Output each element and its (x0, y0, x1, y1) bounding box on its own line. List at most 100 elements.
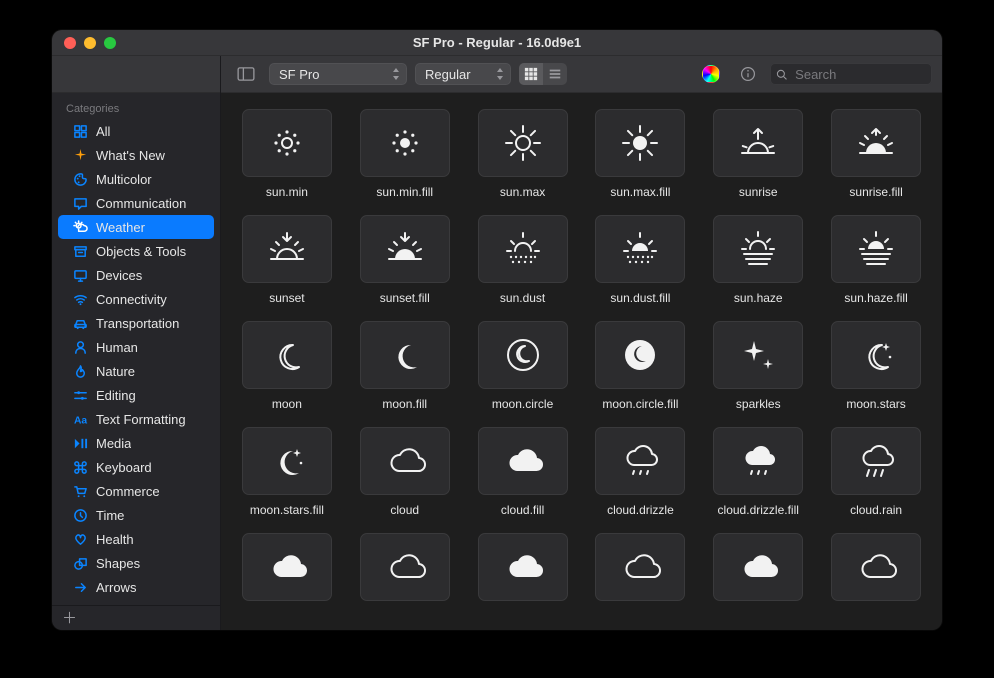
sun-cloud-icon (72, 219, 88, 235)
view-mode-segment[interactable] (519, 63, 567, 85)
sidebar-item-human[interactable]: Human (58, 335, 214, 359)
sidebar-item-devices[interactable]: Devices (58, 263, 214, 287)
sidebar-item-connectivity[interactable]: Connectivity (58, 287, 214, 311)
symbol-cell[interactable] (589, 533, 693, 601)
symbol-cell[interactable] (353, 533, 457, 601)
sidebar-item-label: Nature (96, 364, 135, 379)
symbol-cell[interactable]: moon (235, 321, 339, 411)
grid-view-button[interactable] (519, 63, 543, 85)
sidebar-item-transportation[interactable]: Transportation (58, 311, 214, 335)
symbol-cell[interactable]: cloud.drizzle (589, 427, 693, 517)
symbol-cell[interactable]: sunrise.fill (824, 109, 928, 199)
symbol-cell[interactable] (235, 533, 339, 601)
symbol-cell[interactable] (824, 533, 928, 601)
sidebar-item-commerce[interactable]: Commerce (58, 479, 214, 503)
sidebar-item-communication[interactable]: Communication (58, 191, 214, 215)
symbol-cell[interactable]: sun.haze.fill (824, 215, 928, 305)
sidebar-content: Categories AllWhat's NewMulticolorCommun… (52, 93, 220, 605)
symbol-cell[interactable]: sunset (235, 215, 339, 305)
moon-circle-fill-icon (595, 321, 685, 389)
sidebar-item-text-formatting[interactable]: AaText Formatting (58, 407, 214, 431)
sidebar-item-keyboard[interactable]: Keyboard (58, 455, 214, 479)
zoom-window-button[interactable] (104, 37, 116, 49)
palette-icon (72, 171, 88, 187)
symbol-cell[interactable]: sun.min.fill (353, 109, 457, 199)
traffic-lights (64, 37, 116, 49)
font-family-popup[interactable]: SF Pro (269, 63, 407, 85)
sidebar-item-what-s-new[interactable]: What's New (58, 143, 214, 167)
symbol-cell[interactable]: moon.stars (824, 321, 928, 411)
sidebar-item-label: What's New (96, 148, 165, 163)
symbol-cell[interactable]: sun.dust (471, 215, 575, 305)
cloud-fill-icon (478, 427, 568, 495)
sidebar-item-label: Human (96, 340, 138, 355)
sidebar-item-multicolor[interactable]: Multicolor (58, 167, 214, 191)
moon-icon (242, 321, 332, 389)
symbol-cell[interactable]: cloud.drizzle.fill (706, 427, 810, 517)
symbol-cell[interactable]: cloud.rain (824, 427, 928, 517)
sidebar-item-label: Media (96, 436, 131, 451)
symbol-label: sunset.fill (380, 291, 430, 305)
symbol-label: cloud.rain (850, 503, 902, 517)
symbol-cell[interactable]: sunrise (706, 109, 810, 199)
moon-stars-fill-icon (242, 427, 332, 495)
search-input[interactable] (793, 66, 926, 83)
cloud-rain-icon (831, 427, 921, 495)
symbol-grid-scroll[interactable]: sun.minsun.min.fillsun.maxsun.max.fillsu… (221, 93, 942, 630)
sidebar-item-time[interactable]: Time (58, 503, 214, 527)
sidebar-item-label: Objects & Tools (96, 244, 186, 259)
sidebar-item-shapes[interactable]: Shapes (58, 551, 214, 575)
sidebar-item-arrows[interactable]: Arrows (58, 575, 214, 599)
sidebar-item-objects-tools[interactable]: Objects & Tools (58, 239, 214, 263)
cloud-icon (360, 427, 450, 495)
titlebar: SF Pro - Regular - 16.0d9e1 (52, 30, 942, 56)
symbol-label: sun.max (500, 185, 545, 199)
sidebar-item-media[interactable]: Media (58, 431, 214, 455)
sidebar-item-weather[interactable]: Weather (58, 215, 214, 239)
symbol-cell[interactable]: cloud (353, 427, 457, 517)
symbol-cell[interactable]: moon.stars.fill (235, 427, 339, 517)
minimize-window-button[interactable] (84, 37, 96, 49)
sunrise-icon (713, 109, 803, 177)
search-field[interactable] (770, 63, 932, 85)
symbol-label: sunrise (739, 185, 778, 199)
cloud-drizzle-fill-icon (713, 427, 803, 495)
font-weight-popup[interactable]: Regular (415, 63, 511, 85)
car-icon (72, 315, 88, 331)
moon-stars-icon (831, 321, 921, 389)
symbol-cell[interactable]: sun.haze (706, 215, 810, 305)
symbol-cell[interactable]: sun.min (235, 109, 339, 199)
info-button[interactable] (734, 63, 762, 85)
sidebar-item-label: Transportation (96, 316, 179, 331)
symbol-cell[interactable] (706, 533, 810, 601)
sidebar-toolbar (52, 56, 220, 93)
flame-icon (72, 363, 88, 379)
symbol-cell[interactable] (471, 533, 575, 601)
heart-icon (72, 531, 88, 547)
symbol-cell[interactable]: sunset.fill (353, 215, 457, 305)
close-window-button[interactable] (64, 37, 76, 49)
symbol-cell[interactable]: sun.max.fill (589, 109, 693, 199)
sidebar-item-all[interactable]: All (58, 119, 214, 143)
color-picker-button[interactable] (696, 63, 726, 85)
sidebar-item-label: Devices (96, 268, 142, 283)
toggle-sidebar-button[interactable] (231, 63, 261, 85)
toolbar: SF Pro Regular (221, 56, 942, 93)
sidebar-item-health[interactable]: Health (58, 527, 214, 551)
sunset-fill-icon (360, 215, 450, 283)
symbol-cell[interactable]: moon.circle (471, 321, 575, 411)
symbol-label: moon.stars (846, 397, 905, 411)
symbol-cell[interactable]: moon.circle.fill (589, 321, 693, 411)
symbol-cell[interactable]: sparkles (706, 321, 810, 411)
list-view-button[interactable] (543, 63, 567, 85)
add-icon[interactable]: ＋ (62, 611, 77, 626)
main: SF Pro Regular (221, 56, 942, 630)
symbol-cell[interactable]: cloud.fill (471, 427, 575, 517)
symbol-cell[interactable]: sun.dust.fill (589, 215, 693, 305)
symbol-cell[interactable]: moon.fill (353, 321, 457, 411)
symbol-cell[interactable]: sun.max (471, 109, 575, 199)
wifi-icon (72, 291, 88, 307)
sidebar-item-nature[interactable]: Nature (58, 359, 214, 383)
sidebar-item-editing[interactable]: Editing (58, 383, 214, 407)
cloud-fill-icon (713, 533, 803, 601)
